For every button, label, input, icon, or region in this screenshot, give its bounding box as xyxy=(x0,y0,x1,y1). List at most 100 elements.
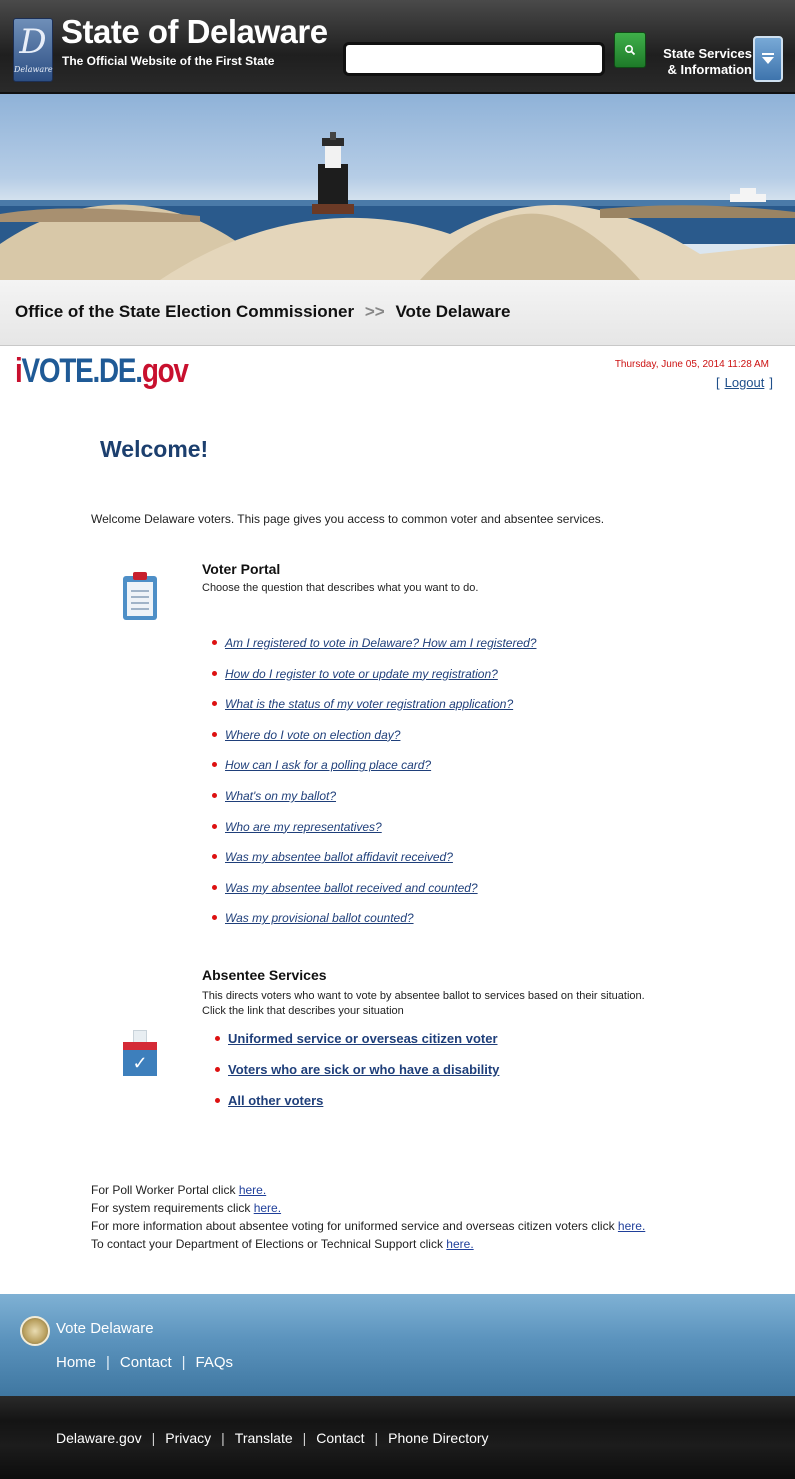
list-item: How do I register to vote or update my r… xyxy=(212,667,536,698)
info-line-absentee-info: For more information about absentee voti… xyxy=(91,1219,646,1233)
list-item: Who are my representatives? xyxy=(212,820,536,851)
absentee-links: Uniformed service or overseas citizen vo… xyxy=(215,1031,499,1124)
bullet-icon xyxy=(212,854,217,860)
footer-home-link[interactable]: Home xyxy=(56,1354,96,1371)
link-translate[interactable]: Translate xyxy=(235,1430,293,1446)
link-application-status[interactable]: What is the status of my voter registrat… xyxy=(225,697,513,711)
ballot-box-icon: ✓ xyxy=(123,1030,157,1076)
absentee-description-1: This directs voters who want to vote by … xyxy=(202,990,645,1002)
footer-brand: Vote Delaware xyxy=(56,1320,154,1337)
link-system-req-here[interactable]: here. xyxy=(254,1201,281,1215)
link-poll-worker-here[interactable]: here. xyxy=(239,1183,266,1197)
bullet-icon xyxy=(212,884,217,890)
site-subtitle: The Official Website of the First State xyxy=(62,54,275,68)
footer-contact-link[interactable]: Contact xyxy=(120,1354,172,1371)
link-all-other-voters[interactable]: All other voters xyxy=(228,1093,323,1108)
bullet-icon xyxy=(215,1067,220,1072)
bullet-icon xyxy=(212,823,217,829)
absentee-services-title: Absentee Services xyxy=(202,967,327,983)
search-input[interactable] xyxy=(343,42,605,76)
link-absentee-counted[interactable]: Was my absentee ballot received and coun… xyxy=(225,881,478,895)
link-representatives[interactable]: Who are my representatives? xyxy=(225,820,382,834)
list-item: What is the status of my voter registrat… xyxy=(212,697,536,728)
bullet-icon xyxy=(212,731,217,737)
info-line-contact: To contact your Department of Elections … xyxy=(91,1237,474,1251)
bullet-icon xyxy=(215,1098,220,1103)
chevron-down-icon xyxy=(762,53,774,64)
logout-bracket-open: [ xyxy=(715,375,720,390)
state-seal-icon xyxy=(20,1316,50,1346)
bottom-sep: | xyxy=(302,1430,307,1446)
list-item: All other voters xyxy=(215,1093,499,1124)
list-item: Voters who are sick or who have a disabi… xyxy=(215,1062,499,1093)
link-where-do-i-vote[interactable]: Where do I vote on election day? xyxy=(225,728,400,742)
bottom-sep: | xyxy=(221,1430,225,1446)
list-item: Uniformed service or overseas citizen vo… xyxy=(215,1031,499,1062)
logout-link[interactable]: Logout xyxy=(725,375,765,390)
clipboard-icon xyxy=(123,572,157,620)
bottom-sep: | xyxy=(151,1430,156,1446)
link-register-update[interactable]: How do I register to vote or update my r… xyxy=(225,667,498,681)
banner-scene xyxy=(0,132,795,280)
site-title[interactable]: State of Delaware xyxy=(61,12,328,52)
footer-nav: Home | Contact | FAQs xyxy=(56,1354,233,1371)
site-footer: Delaware.gov | Privacy | Translate | Contact | P… xyxy=(0,1396,795,1479)
services-line-1: State Services xyxy=(663,46,752,61)
bottom-nav: Delaware.gov | Privacy | Translate | Contact | P… xyxy=(56,1430,489,1446)
services-line-2: & Information xyxy=(667,62,753,77)
breadcrumb: Office of the State Election Commissione… xyxy=(0,280,795,346)
logo-gov: gov xyxy=(141,352,189,390)
ivote-logo[interactable]: iVOTE.DE.gov xyxy=(15,352,189,391)
footer-sep: | xyxy=(181,1354,186,1371)
info-line-poll-worker: For Poll Worker Portal click here. xyxy=(91,1183,267,1197)
link-affidavit-received[interactable]: Was my absentee ballot affidavit receive… xyxy=(225,850,453,864)
logo-letter: D xyxy=(19,22,47,62)
link-contact-here[interactable]: here. xyxy=(446,1237,473,1251)
lighthouse-banner-image xyxy=(0,94,795,280)
list-item: How can I ask for a polling place card? xyxy=(212,758,536,789)
voter-portal-links: Am I registered to vote in Delaware? How… xyxy=(212,636,536,942)
footer-faqs-link[interactable]: FAQs xyxy=(196,1354,234,1371)
logo-word: Delaware xyxy=(14,65,53,74)
state-services-button[interactable] xyxy=(753,36,783,82)
list-item: What's on my ballot? xyxy=(212,789,536,820)
bullet-icon xyxy=(212,792,217,798)
logout-bracket-close: ] xyxy=(769,375,773,390)
bullet-icon xyxy=(212,762,217,768)
welcome-text: Welcome Delaware voters. This page gives… xyxy=(91,512,605,526)
logo-vote: VOTE.DE. xyxy=(21,352,144,390)
search-button[interactable] xyxy=(614,32,646,68)
breadcrumb-item-vote-delaware: Vote Delaware xyxy=(395,302,511,321)
link-privacy[interactable]: Privacy xyxy=(165,1430,211,1446)
list-item: Am I registered to vote in Delaware? How… xyxy=(212,636,536,667)
link-whats-on-ballot[interactable]: What's on my ballot? xyxy=(225,789,336,803)
bottom-sep: | xyxy=(374,1430,379,1446)
bullet-icon xyxy=(212,915,217,921)
voter-portal-title: Voter Portal xyxy=(202,561,281,577)
bullet-icon xyxy=(215,1036,220,1041)
link-polling-place-card[interactable]: How can I ask for a polling place card? xyxy=(225,758,431,772)
breadcrumb-separator: >> xyxy=(364,302,385,321)
state-services-label[interactable]: State Services & Information xyxy=(662,46,752,78)
link-absentee-info-here[interactable]: here. xyxy=(618,1219,645,1233)
bullet-icon xyxy=(212,640,217,645)
search-icon xyxy=(624,44,636,56)
link-provisional-counted[interactable]: Was my provisional ballot counted? xyxy=(225,911,414,925)
link-phone-directory[interactable]: Phone Directory xyxy=(388,1430,488,1446)
list-item: Was my absentee ballot received and coun… xyxy=(212,881,536,912)
link-contact[interactable]: Contact xyxy=(316,1430,364,1446)
delaware-logo[interactable]: D Delaware xyxy=(13,18,53,82)
list-item: Was my provisional ballot counted? xyxy=(212,911,536,942)
datestamp: Thursday, June 05, 2014 11:28 AM xyxy=(614,359,769,370)
link-sick-disability[interactable]: Voters who are sick or who have a disabi… xyxy=(228,1062,499,1077)
list-item: Was my absentee ballot affidavit receive… xyxy=(212,850,536,881)
absentee-description-2: Click the link that describes your situa… xyxy=(202,1005,404,1017)
vote-delaware-footer: Vote Delaware Home | Contact | FAQs xyxy=(0,1294,795,1396)
breadcrumb-item-commissioner[interactable]: Office of the State Election Commissione… xyxy=(15,302,354,321)
info-line-system-req: For system requirements click here. xyxy=(91,1201,282,1215)
info-links: For Poll Worker Portal click here. For s… xyxy=(91,1181,645,1253)
link-uniformed-overseas[interactable]: Uniformed service or overseas citizen vo… xyxy=(228,1031,498,1046)
list-item: Where do I vote on election day? xyxy=(212,728,536,759)
link-delaware-gov[interactable]: Delaware.gov xyxy=(56,1430,142,1446)
link-am-i-registered[interactable]: Am I registered to vote in Delaware? How… xyxy=(225,636,536,650)
